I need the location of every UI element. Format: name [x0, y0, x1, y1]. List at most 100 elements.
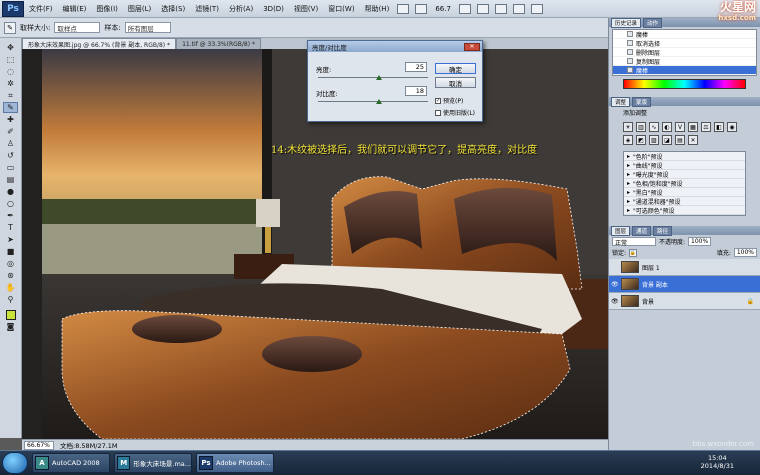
tab-layers[interactable]: 图层 — [611, 225, 631, 236]
ok-button[interactable]: 确定 — [435, 63, 476, 74]
shape-tool-icon[interactable]: ■ — [3, 246, 18, 257]
preview-checkbox-box[interactable]: ✓ — [435, 97, 441, 104]
dodge-tool-icon[interactable]: ○ — [3, 198, 18, 209]
eyedropper-tool-icon[interactable]: ✎ — [4, 21, 16, 34]
history-item-selected[interactable]: 魔棒 — [613, 66, 756, 75]
arrange-documents-icon[interactable] — [512, 3, 525, 14]
brightness-icon[interactable]: ☀ — [623, 122, 633, 132]
path-selection-tool-icon[interactable]: ➤ — [3, 234, 18, 245]
brush-tool-icon[interactable]: ✐ — [3, 126, 18, 137]
menu-3d[interactable]: 3D(D) — [258, 5, 289, 13]
hand-icon[interactable] — [458, 3, 471, 14]
selective-color-icon[interactable]: ✕ — [688, 135, 698, 145]
menu-filter[interactable]: 滤镜(T) — [190, 4, 224, 14]
vibrance-icon[interactable]: V — [675, 122, 685, 132]
menu-edit[interactable]: 编辑(E) — [58, 4, 92, 14]
legacy-checkbox[interactable]: 使用旧版(L) — [435, 108, 475, 117]
posterize-icon[interactable]: ▨ — [649, 135, 659, 145]
lock-icon[interactable]: 🔒 — [629, 248, 638, 257]
tab-11-tif[interactable]: 11.tif @ 33.3%(RGB/8) * — [176, 38, 261, 49]
history-item[interactable]: 取消选择 — [613, 39, 756, 48]
magic-wand-tool-icon[interactable]: ✲ — [3, 78, 18, 89]
type-tool-icon[interactable]: T — [3, 222, 18, 233]
eyedropper-tool-icon[interactable]: ✎ — [3, 102, 18, 113]
history-item[interactable]: 删除图层 — [613, 48, 756, 57]
history-item[interactable]: 魔棒 — [613, 30, 756, 39]
menu-analysis[interactable]: 分析(A) — [224, 4, 258, 14]
preview-checkbox[interactable]: ✓ 预览(P) — [435, 96, 463, 105]
contrast-slider-knob[interactable] — [375, 99, 382, 104]
zoom-level[interactable]: 66.7 — [430, 5, 456, 13]
color-spectrum-bar[interactable] — [623, 79, 746, 89]
3d-orbit-tool-icon[interactable]: ⊛ — [3, 270, 18, 281]
crop-tool-icon[interactable]: ⌗ — [3, 90, 18, 101]
menu-image[interactable]: 图像(I) — [91, 4, 123, 14]
pen-tool-icon[interactable]: ✒ — [3, 210, 18, 221]
cancel-button[interactable]: 取消 — [435, 77, 476, 88]
rotate-view-icon[interactable] — [494, 3, 507, 14]
opacity-input[interactable]: 100% — [688, 237, 712, 246]
legacy-checkbox-box[interactable] — [435, 109, 441, 116]
preset-item[interactable]: ▸ "可选颜色"预设 — [624, 206, 745, 215]
zoom-field[interactable]: 66.67% — [24, 440, 54, 450]
system-clock[interactable]: 15:04 2014/8/31 — [701, 454, 734, 470]
brightness-slider-track[interactable] — [318, 77, 428, 78]
tab-history[interactable]: 历史记录 — [611, 17, 642, 28]
gradient-map-icon[interactable]: ▤ — [675, 135, 685, 145]
tab-masks[interactable]: 蒙版 — [632, 96, 652, 107]
history-item[interactable]: 复制图层 — [613, 57, 756, 66]
menu-help[interactable]: 帮助(H) — [360, 4, 395, 14]
menu-window[interactable]: 窗口(W) — [323, 4, 359, 14]
history-brush-tool-icon[interactable]: ↺ — [3, 150, 18, 161]
contrast-slider-track[interactable] — [318, 101, 428, 102]
black-white-icon[interactable]: ◧ — [714, 122, 724, 132]
menu-file[interactable]: 文件(F) — [24, 4, 58, 14]
gradient-tool-icon[interactable]: ▤ — [3, 174, 18, 185]
channel-mixer-icon[interactable]: ◈ — [623, 135, 633, 145]
curves-icon[interactable]: ∿ — [649, 122, 659, 132]
brightness-input[interactable]: 25 — [405, 62, 427, 72]
exposure-icon[interactable]: ◐ — [662, 122, 672, 132]
bridge-icon[interactable] — [397, 3, 410, 14]
layer-row[interactable]: 图层 1 — [609, 259, 760, 276]
start-button[interactable] — [2, 452, 28, 474]
close-icon[interactable]: ✕ — [464, 42, 480, 51]
blur-tool-icon[interactable]: ● — [3, 186, 18, 197]
sample-select[interactable]: 所有图层 — [124, 22, 171, 33]
eye-icon[interactable] — [611, 264, 618, 271]
levels-icon[interactable]: ▥ — [636, 122, 646, 132]
healing-brush-tool-icon[interactable]: ✚ — [3, 114, 18, 125]
menu-select[interactable]: 选择(S) — [156, 4, 190, 14]
photo-filter-icon[interactable]: ◉ — [727, 122, 737, 132]
hue-saturation-icon[interactable]: ▦ — [688, 122, 698, 132]
tab-bed-image[interactable]: 形象大床效果图.jpg @ 66.7% (背景 副本, RGB/8) * — [22, 38, 177, 49]
task-photoshop[interactable]: Ps Adobe Photosh... — [196, 453, 274, 473]
tab-actions[interactable]: 动作 — [643, 17, 663, 28]
foreground-color-swatch[interactable] — [5, 310, 16, 320]
3d-rotate-tool-icon[interactable]: ◎ — [3, 258, 18, 269]
zoom-icon[interactable] — [476, 3, 489, 14]
dialog-titlebar[interactable]: 亮度/对比度 ✕ — [308, 41, 482, 52]
marquee-tool-icon[interactable]: ⬚ — [3, 54, 18, 65]
screen-mode-icon[interactable] — [530, 3, 543, 14]
invert-icon[interactable]: ◩ — [636, 135, 646, 145]
layer-row-selected[interactable]: 👁 背景 副本 — [609, 276, 760, 293]
task-autocad[interactable]: A AutoCAD 2008 — [32, 453, 110, 473]
blend-mode-select[interactable]: 正常 — [612, 237, 656, 247]
fill-input[interactable]: 100% — [733, 248, 757, 257]
zoom-tool-icon[interactable]: ⚲ — [3, 294, 18, 305]
tab-channels[interactable]: 通道 — [632, 225, 652, 236]
hand-tool-icon[interactable]: ✋ — [3, 282, 18, 293]
menu-layer[interactable]: 图层(L) — [123, 4, 156, 14]
tab-adjustments[interactable]: 调整 — [611, 96, 631, 107]
color-balance-icon[interactable]: ⚖ — [701, 122, 711, 132]
contrast-input[interactable]: 18 — [405, 86, 427, 96]
clone-stamp-tool-icon[interactable]: ♙ — [3, 138, 18, 149]
eraser-tool-icon[interactable]: ▭ — [3, 162, 18, 173]
move-tool-icon[interactable]: ✥ — [3, 42, 18, 53]
quick-mask-icon[interactable]: ◙ — [3, 321, 18, 332]
layer-row[interactable]: 👁 背景 🔒 — [609, 293, 760, 310]
eye-icon[interactable]: 👁 — [611, 298, 619, 305]
tab-paths[interactable]: 路径 — [653, 225, 673, 236]
sample-size-select[interactable]: 取样点 — [54, 22, 101, 33]
